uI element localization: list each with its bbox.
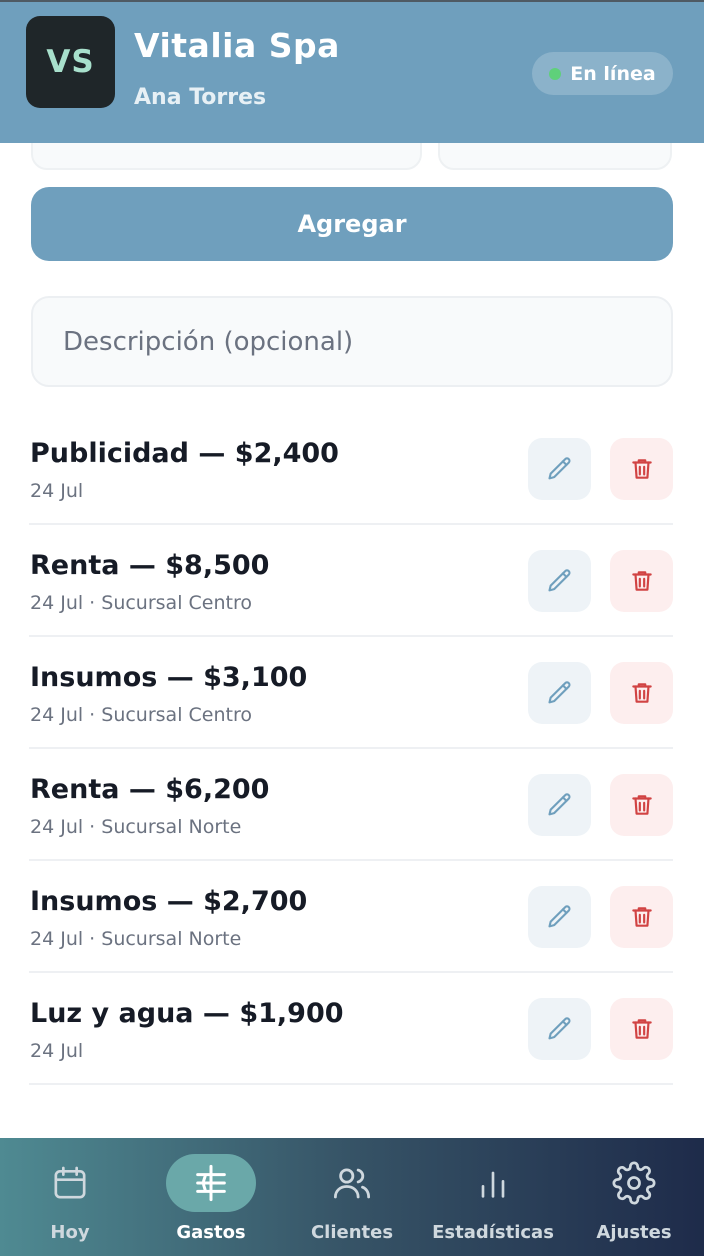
expense-meta: 24 Jul — [30, 480, 84, 502]
bar-chart-icon — [481, 1171, 505, 1198]
trash-icon — [631, 907, 652, 927]
delete-button[interactable] — [610, 438, 673, 500]
nav-item-gastos[interactable]: Gastos — [141, 1138, 281, 1256]
nav-label: Clientes — [310, 1222, 394, 1243]
user-name: Ana Torres — [134, 85, 267, 110]
add-expense-button[interactable]: Agregar — [31, 187, 673, 261]
expense-title: Luz y agua — $1,900 — [30, 998, 344, 1029]
nav-label: Estadísticas — [432, 1222, 554, 1243]
expense-title: Insumos — $2,700 — [30, 886, 308, 917]
expense-meta: 24 Jul · Sucursal Centro — [30, 704, 252, 726]
expenses-icon — [196, 1164, 226, 1202]
edit-button[interactable] — [528, 886, 591, 948]
edit-button[interactable] — [528, 662, 591, 724]
trash-icon — [631, 683, 652, 703]
users-icon — [333, 1168, 371, 1199]
delete-button[interactable] — [610, 774, 673, 836]
trash-icon — [631, 459, 652, 479]
expense-row: Insumos — $3,100 24 Jul · Sucursal Centr… — [29, 637, 673, 749]
edit-button[interactable] — [528, 550, 591, 612]
expense-meta: 24 Jul · Sucursal Norte — [30, 816, 242, 838]
nav-item-clientes[interactable]: Clientes — [282, 1138, 422, 1256]
nav-item-ajustes[interactable]: Ajustes — [564, 1138, 704, 1256]
edit-button[interactable] — [528, 774, 591, 836]
status-label: En línea — [570, 62, 656, 85]
delete-button[interactable] — [610, 662, 673, 724]
business-avatar: VS — [26, 16, 115, 108]
expense-title: Publicidad — $2,400 — [30, 438, 339, 469]
expense-row: Renta — $8,500 24 Jul · Sucursal Centro — [29, 525, 673, 637]
trash-icon — [631, 795, 652, 815]
delete-button[interactable] — [610, 886, 673, 948]
expense-meta: 24 Jul — [30, 1040, 84, 1062]
nav-label: Hoy — [50, 1222, 90, 1243]
nav-label: Gastos — [176, 1222, 246, 1243]
nav-item-estadisticas[interactable]: Estadísticas — [423, 1138, 563, 1256]
online-dot-icon — [549, 67, 562, 80]
bottom-nav: Hoy Gastos Clientes Estadísticas Ajustes — [0, 1138, 704, 1256]
nav-label: Ajustes — [596, 1222, 672, 1243]
expense-meta: 24 Jul · Sucursal Centro — [30, 592, 252, 614]
pencil-icon — [547, 793, 570, 816]
expense-row: Luz y agua — $1,900 24 Jul — [29, 973, 673, 1085]
expense-row: Renta — $6,200 24 Jul · Sucursal Norte — [29, 749, 673, 861]
pencil-icon — [547, 1017, 570, 1040]
pencil-icon — [547, 569, 570, 592]
expense-meta: 24 Jul · Sucursal Norte — [30, 928, 242, 950]
pencil-icon — [547, 905, 570, 928]
app-header: VS Vitalia Spa Ana Torres En línea — [0, 0, 704, 143]
status-badge: En línea — [532, 52, 673, 95]
trash-icon — [631, 1019, 652, 1039]
description-input[interactable] — [31, 296, 673, 387]
expense-row: Publicidad — $2,400 24 Jul — [29, 413, 673, 525]
delete-button[interactable] — [610, 550, 673, 612]
pencil-icon — [547, 681, 570, 704]
edit-button[interactable] — [528, 438, 591, 500]
expense-row: Insumos — $2,700 24 Jul · Sucursal Norte — [29, 861, 673, 973]
expense-title: Insumos — $3,100 — [30, 662, 308, 693]
delete-button[interactable] — [610, 998, 673, 1060]
business-name: Vitalia Spa — [134, 26, 340, 65]
nav-item-hoy[interactable]: Hoy — [0, 1138, 140, 1256]
edit-button[interactable] — [528, 998, 591, 1060]
pencil-icon — [547, 457, 570, 480]
trash-icon — [631, 571, 652, 591]
expense-title: Renta — $6,200 — [30, 774, 270, 805]
calendar-icon — [54, 1166, 86, 1199]
expense-title: Renta — $8,500 — [30, 550, 270, 581]
gear-icon — [612, 1161, 656, 1205]
